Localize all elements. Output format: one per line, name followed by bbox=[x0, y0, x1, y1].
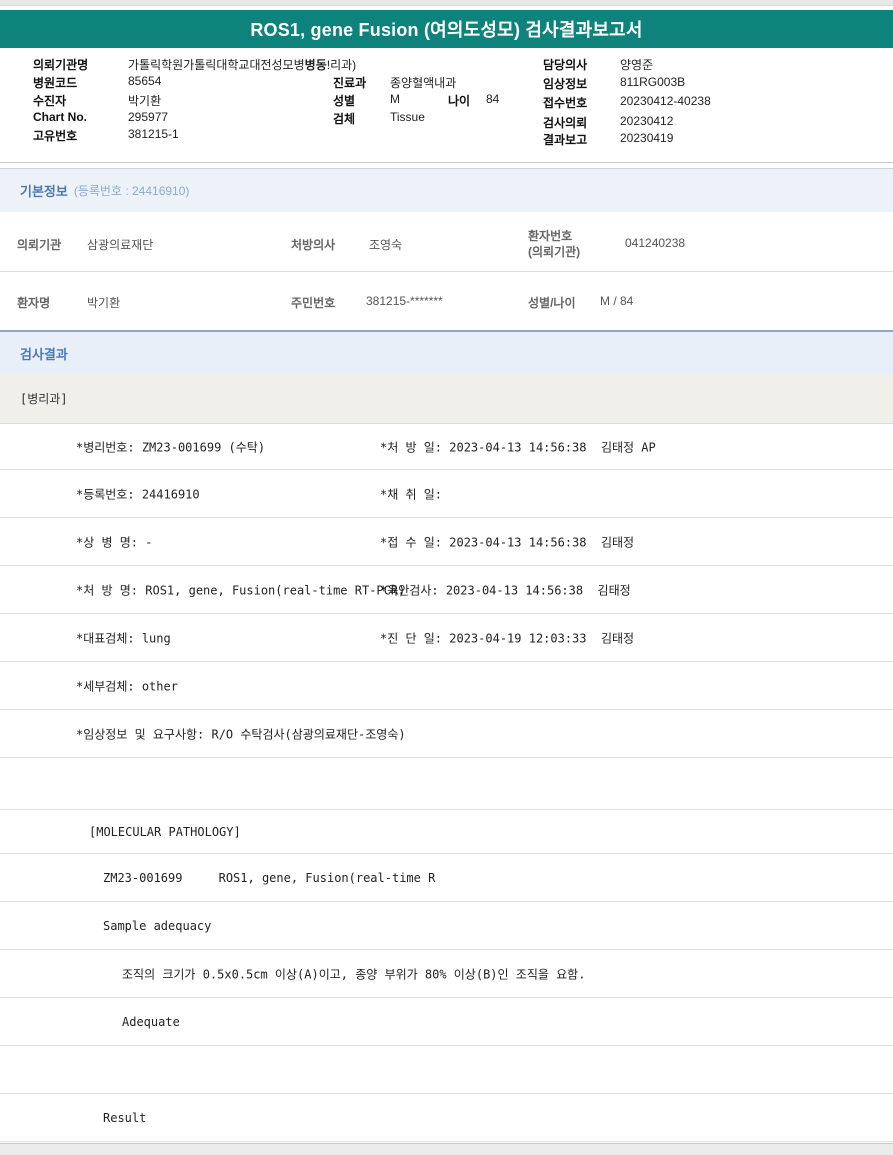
basic-info-table: 의뢰기관 삼광의료재단 처방의사 조영숙 환자번호 (의뢰기관) 0412402… bbox=[0, 212, 893, 330]
table-row: *대표검체: lung *진 단 일: 2023-04-19 12:03:33 … bbox=[0, 614, 893, 662]
table-row: 조직의 크기가 0.5x0.5cm 이상(A)이고, 종양 부위가 80% 이상… bbox=[0, 950, 893, 998]
result-heading: Result bbox=[103, 1111, 146, 1125]
order-name: *처 방 명: ROS1, gene, Fusion(real-time RT-… bbox=[76, 581, 405, 598]
patient-no-label-line2: (의뢰기관) bbox=[528, 243, 580, 260]
resident-no-label: 주민번호 bbox=[291, 294, 335, 311]
chart-no-label: Chart No. bbox=[33, 110, 87, 124]
hospital-code-value: 85654 bbox=[128, 74, 161, 88]
report-page: ROS1, gene Fusion (여의도성모) 검사결과보고서 의뢰기관명 … bbox=[0, 0, 893, 1155]
request-label: 검사의뢰 bbox=[543, 114, 587, 131]
table-row: *처 방 명: ROS1, gene, Fusion(real-time RT-… bbox=[0, 566, 893, 614]
diagnosis-name: *상 병 명: - bbox=[76, 533, 152, 550]
sex-age-value: M / 84 bbox=[600, 294, 633, 308]
age-label: 나이 bbox=[448, 92, 470, 109]
table-row bbox=[0, 758, 893, 810]
prescribing-doctor-value: 조영숙 bbox=[369, 236, 402, 253]
specimen-value: Tissue bbox=[390, 110, 425, 124]
prescribing-doctor-label: 처방의사 bbox=[291, 236, 335, 253]
unique-no-label: 고유번호 bbox=[33, 127, 77, 144]
clinical-value: 811RG003B bbox=[620, 75, 685, 89]
age-value: 84 bbox=[486, 92, 499, 106]
table-row: *병리번호: ZM23-001699 (수탁) *처 방 일: 2023-04-… bbox=[0, 424, 893, 470]
dept-value: 종양혈액내과 bbox=[390, 74, 456, 91]
registration-no: *등록번호: 24416910 bbox=[76, 485, 200, 502]
divider bbox=[0, 162, 893, 163]
table-row: Result bbox=[0, 1094, 893, 1142]
adequacy-result: Adequate bbox=[122, 1015, 180, 1029]
clinical-label: 임상정보 bbox=[543, 75, 587, 92]
pathology-no: *병리번호: ZM23-001699 (수탁) bbox=[76, 438, 265, 455]
representative-specimen: *대표검체: lung bbox=[76, 629, 171, 646]
department-row: [병리과] bbox=[0, 374, 893, 424]
table-row: *세부검체: other bbox=[0, 662, 893, 710]
patient-no-label-line1: 환자번호 bbox=[528, 227, 572, 244]
table-row: *상 병 명: - *접 수 일: 2023-04-13 14:56:38 김태… bbox=[0, 518, 893, 566]
adequacy-criteria: 조직의 크기가 0.5x0.5cm 이상(A)이고, 종양 부위가 80% 이상… bbox=[122, 965, 585, 982]
table-row: 환자명 박기환 주민번호 381215-******* 성별/나이 M / 84 bbox=[0, 272, 893, 330]
referring-org-label: 의뢰기관 bbox=[17, 236, 61, 253]
reported-label: 결과보고 bbox=[543, 131, 587, 148]
basic-info-header: 기본정보 (등록번호 : 24416910) bbox=[0, 168, 893, 212]
result-detail-rows: *병리번호: ZM23-001699 (수탁) *처 방 일: 2023-04-… bbox=[0, 424, 893, 1142]
unique-no-value: 381215-1 bbox=[128, 127, 179, 141]
org-label: 의뢰기관명 bbox=[33, 56, 88, 73]
molecular-pathology-heading: [MOLECULAR PATHOLOGY] bbox=[89, 825, 241, 839]
bottom-scroll-strip bbox=[0, 1143, 893, 1155]
patient-label: 수진자 bbox=[33, 92, 66, 109]
clinical-info-request: *임상정보 및 요구사항: R/O 수탁검사(삼광의료재단-조영숙) bbox=[76, 725, 406, 742]
table-row: Sample adequacy bbox=[0, 902, 893, 950]
sub-specimen: *세부검체: other bbox=[76, 677, 178, 694]
table-row: [MOLECULAR PATHOLOGY] bbox=[0, 810, 893, 854]
table-row: Adequate bbox=[0, 998, 893, 1046]
receipt-label: 접수번호 bbox=[543, 94, 587, 111]
chart-no-value: 295977 bbox=[128, 110, 168, 124]
org-value: 가톨릭학원가톨릭대학교대전성모병병동!리과) bbox=[128, 56, 356, 73]
test-id-line: ZM23-001699 ROS1, gene, Fusion(real-time… bbox=[103, 871, 435, 885]
referring-org-value: 삼광의료재단 bbox=[87, 236, 153, 253]
reported-value: 20230419 bbox=[620, 131, 673, 145]
department-label: [병리과] bbox=[20, 390, 68, 407]
gross-exam-date: *육안검사: 2023-04-13 14:56:38 김태정 bbox=[380, 581, 631, 598]
patient-name-label: 환자명 bbox=[17, 294, 50, 311]
table-row: ZM23-001699 ROS1, gene, Fusion(real-time… bbox=[0, 854, 893, 902]
patient-name-value: 박기환 bbox=[87, 294, 120, 311]
table-row bbox=[0, 1046, 893, 1094]
table-row: *임상정보 및 요구사항: R/O 수탁검사(삼광의료재단-조영숙) bbox=[0, 710, 893, 758]
sample-adequacy-heading: Sample adequacy bbox=[103, 919, 211, 933]
diagnosis-date: *진 단 일: 2023-04-19 12:03:33 김태정 bbox=[380, 629, 634, 646]
sex-value: M bbox=[390, 92, 400, 106]
collection-date: *채 취 일: bbox=[380, 485, 442, 502]
dept-label: 진료과 bbox=[333, 74, 366, 91]
patient-no-value: 041240238 bbox=[625, 236, 685, 250]
specimen-label: 검체 bbox=[333, 110, 355, 127]
basic-info-title: 기본정보 bbox=[20, 181, 68, 200]
results-title: 검사결과 bbox=[20, 344, 68, 363]
sex-label: 성별 bbox=[333, 92, 355, 109]
sex-age-label: 성별/나이 bbox=[528, 294, 576, 311]
request-value: 20230412 bbox=[620, 114, 673, 128]
patient-id-block: 의뢰기관명 가톨릭학원가톨릭대학교대전성모병병동!리과) 병원코드 85654 … bbox=[0, 0, 893, 163]
doctor-value: 양영준 bbox=[620, 56, 653, 73]
results-header: 검사결과 bbox=[0, 330, 893, 374]
doctor-label: 담당의사 bbox=[543, 56, 587, 73]
resident-no-value: 381215-******* bbox=[366, 294, 443, 308]
basic-info-subtitle: (등록번호 : 24416910) bbox=[74, 182, 190, 199]
received-date: *접 수 일: 2023-04-13 14:56:38 김태정 bbox=[380, 533, 634, 550]
table-row: *등록번호: 24416910 *채 취 일: bbox=[0, 470, 893, 518]
prescribed-date: *처 방 일: 2023-04-13 14:56:38 김태정 AP bbox=[380, 438, 656, 455]
patient-value: 박기환 bbox=[128, 92, 161, 109]
table-row: 의뢰기관 삼광의료재단 처방의사 조영숙 환자번호 (의뢰기관) 0412402… bbox=[0, 212, 893, 272]
receipt-value: 20230412-40238 bbox=[620, 94, 711, 108]
hospital-code-label: 병원코드 bbox=[33, 74, 77, 91]
